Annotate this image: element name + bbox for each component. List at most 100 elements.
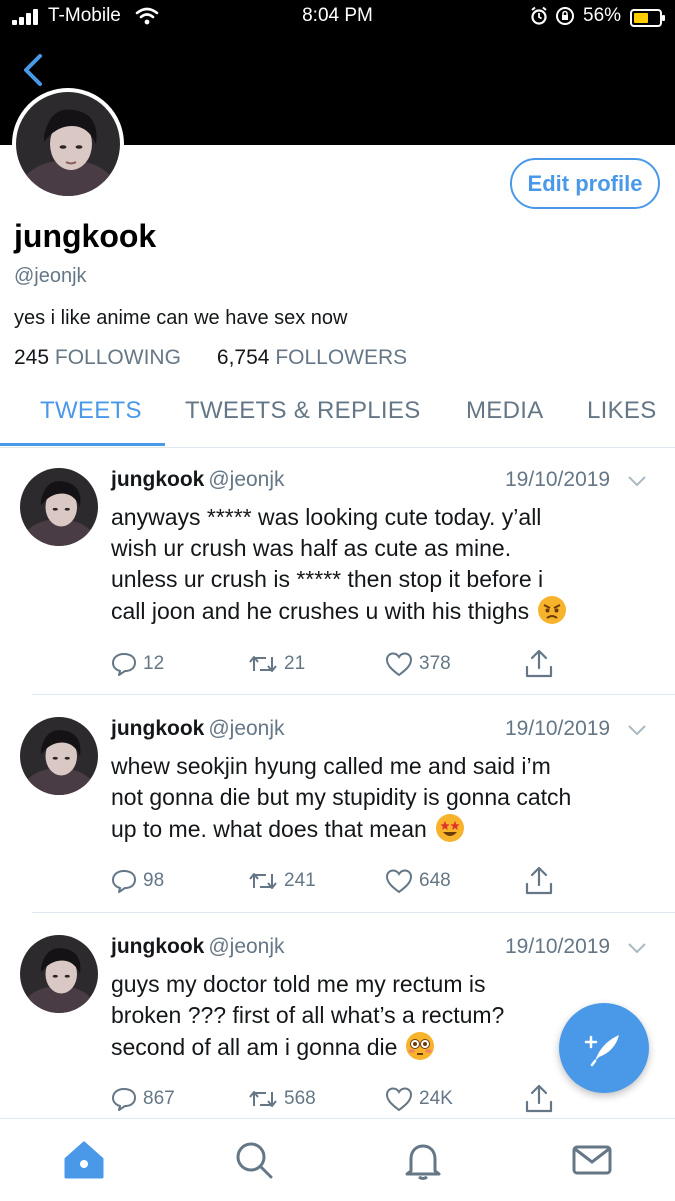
share-icon bbox=[525, 1084, 553, 1113]
tweet-date: 19/10/2019 bbox=[505, 935, 611, 958]
tweet-line: wish ur crush was half as cute as mine. bbox=[111, 535, 512, 561]
edit-profile-button[interactable]: Edit profile bbox=[510, 158, 660, 209]
retweet-count: 568 bbox=[284, 1088, 316, 1109]
reply-button[interactable]: 98 bbox=[111, 861, 164, 901]
share-button[interactable] bbox=[523, 644, 555, 684]
tweet-header: jungkook @jeonjk bbox=[111, 468, 285, 492]
compose-feather-icon bbox=[584, 1035, 619, 1067]
tweet-actions: 12 21 378 bbox=[111, 644, 571, 684]
reply-count: 98 bbox=[143, 870, 165, 891]
star-struck-emoji-icon bbox=[435, 814, 464, 842]
tweet-author-name[interactable]: jungkook bbox=[111, 717, 204, 740]
tweet-avatar[interactable] bbox=[20, 935, 98, 1013]
tweet-line: whew seokjin hyung called me and said i’… bbox=[111, 753, 551, 779]
reply-button[interactable]: 12 bbox=[111, 644, 164, 684]
reply-button[interactable]: 867 bbox=[111, 1079, 175, 1119]
tweet[interactable]: jungkook @jeonjk 19/10/2019 anyways *****… bbox=[0, 446, 675, 696]
retweet-icon bbox=[249, 873, 277, 889]
tweet-line: anyways ***** was looking cute today. y’… bbox=[111, 504, 542, 530]
heart-icon bbox=[385, 1087, 413, 1112]
share-icon bbox=[525, 866, 553, 895]
tweet-text: anyways ***** was looking cute today. y’… bbox=[111, 502, 659, 627]
tweet-line: up to me. what does that mean bbox=[111, 816, 427, 842]
alarm-icon bbox=[531, 6, 547, 25]
like-button[interactable]: 24K bbox=[385, 1079, 453, 1119]
tweet-avatar[interactable] bbox=[20, 468, 98, 546]
home-icon[interactable] bbox=[62, 1139, 106, 1181]
retweet-icon bbox=[249, 656, 277, 672]
tab-media[interactable]: MEDIA bbox=[466, 397, 544, 425]
chevron-down-icon[interactable] bbox=[627, 475, 647, 487]
share-button[interactable] bbox=[523, 861, 555, 901]
rotation-lock-icon bbox=[556, 7, 574, 25]
retweet-button[interactable]: 21 bbox=[248, 644, 305, 684]
profile-stats: 245 FOLLOWING 6,754 FOLLOWERS bbox=[14, 346, 407, 370]
angry-face-emoji-icon bbox=[538, 596, 567, 624]
tweet-actions: 867 568 24K bbox=[111, 1079, 571, 1119]
followers-count: 6,754 bbox=[216, 346, 270, 369]
profile-tabs: TWEETS TWEETS & REPLIES MEDIA LIKES bbox=[0, 385, 675, 448]
profile-handle: @jeonjk bbox=[14, 265, 87, 287]
tab-tweets[interactable]: TWEETS bbox=[40, 397, 142, 425]
retweet-button[interactable]: 241 bbox=[248, 861, 316, 901]
share-icon bbox=[525, 649, 553, 678]
tweet-author-handle[interactable]: @jeonjk bbox=[208, 717, 284, 740]
tweet-line: unless ur crush is ***** then stop it be… bbox=[111, 566, 544, 592]
retweet-icon bbox=[249, 1091, 277, 1107]
followers-link[interactable]: 6,754 FOLLOWERS bbox=[217, 346, 407, 369]
tweet-header: jungkook @jeonjk bbox=[111, 935, 285, 959]
following-link[interactable]: 245 FOLLOWING bbox=[14, 346, 181, 369]
heart-icon bbox=[385, 869, 413, 894]
chevron-down-icon[interactable] bbox=[627, 724, 647, 736]
like-button[interactable]: 378 bbox=[385, 644, 451, 684]
bottom-navigation bbox=[0, 1118, 675, 1201]
followers-label: FOLLOWERS bbox=[275, 346, 408, 369]
tweet-header: jungkook @jeonjk bbox=[111, 717, 285, 741]
tweet-author-name[interactable]: jungkook bbox=[111, 935, 204, 958]
profile-bio: yes i like anime can we have sex now bbox=[14, 307, 348, 329]
like-count: 24K bbox=[419, 1088, 453, 1109]
tweet[interactable]: jungkook @jeonjk 19/10/2019 whew seokjin … bbox=[0, 695, 675, 913]
reply-count: 867 bbox=[143, 1088, 175, 1109]
tab-tweets-and-replies[interactable]: TWEETS & REPLIES bbox=[185, 397, 421, 425]
battery-icon bbox=[630, 9, 665, 27]
tweet-date: 19/10/2019 bbox=[505, 468, 611, 491]
status-bar: T-Mobile 8:04 PM 56% bbox=[0, 0, 675, 34]
reply-icon bbox=[112, 1088, 136, 1111]
retweet-count: 21 bbox=[284, 653, 306, 674]
flushed-face-emoji-icon bbox=[406, 1032, 435, 1060]
retweet-button[interactable]: 568 bbox=[248, 1079, 316, 1119]
tweet-line: not gonna die but my stupidity is gonna … bbox=[111, 784, 572, 810]
retweet-count: 241 bbox=[284, 870, 316, 891]
tweet-author-handle[interactable]: @jeonjk bbox=[208, 935, 284, 958]
heart-icon bbox=[385, 652, 413, 677]
tweet-line: second of all am i gonna die bbox=[111, 1034, 398, 1060]
tab-likes[interactable]: LIKES bbox=[587, 397, 657, 425]
tweet-date: 19/10/2019 bbox=[505, 717, 611, 740]
tweet-avatar[interactable] bbox=[20, 717, 98, 795]
tweet-text: whew seokjin hyung called me and said i’… bbox=[111, 751, 659, 845]
search-icon[interactable] bbox=[233, 1139, 275, 1181]
following-label: FOLLOWING bbox=[54, 346, 181, 369]
battery-percentage: 56% bbox=[583, 5, 622, 26]
tweet-line: guys my doctor told me my rectum is bbox=[111, 971, 486, 997]
profile-avatar[interactable] bbox=[12, 88, 124, 200]
messages-icon[interactable] bbox=[571, 1139, 613, 1181]
chevron-down-icon[interactable] bbox=[627, 942, 647, 954]
tweet-author-handle[interactable]: @jeonjk bbox=[208, 468, 284, 491]
following-count: 245 bbox=[14, 346, 50, 369]
compose-tweet-button[interactable] bbox=[559, 1003, 649, 1093]
like-count: 378 bbox=[419, 653, 451, 674]
tweet-line: call joon and he crushes u with his thig… bbox=[111, 598, 530, 624]
like-count: 648 bbox=[419, 870, 451, 891]
tweet-author-name[interactable]: jungkook bbox=[111, 468, 204, 491]
tweet-actions: 98 241 648 bbox=[111, 861, 571, 901]
reply-count: 12 bbox=[143, 653, 165, 674]
back-chevron-icon[interactable] bbox=[14, 50, 54, 90]
reply-icon bbox=[112, 653, 136, 676]
like-button[interactable]: 648 bbox=[385, 861, 451, 901]
notifications-icon[interactable] bbox=[403, 1139, 443, 1181]
share-button[interactable] bbox=[523, 1079, 555, 1119]
reply-icon bbox=[112, 870, 136, 893]
profile-name: jungkook bbox=[14, 218, 157, 254]
